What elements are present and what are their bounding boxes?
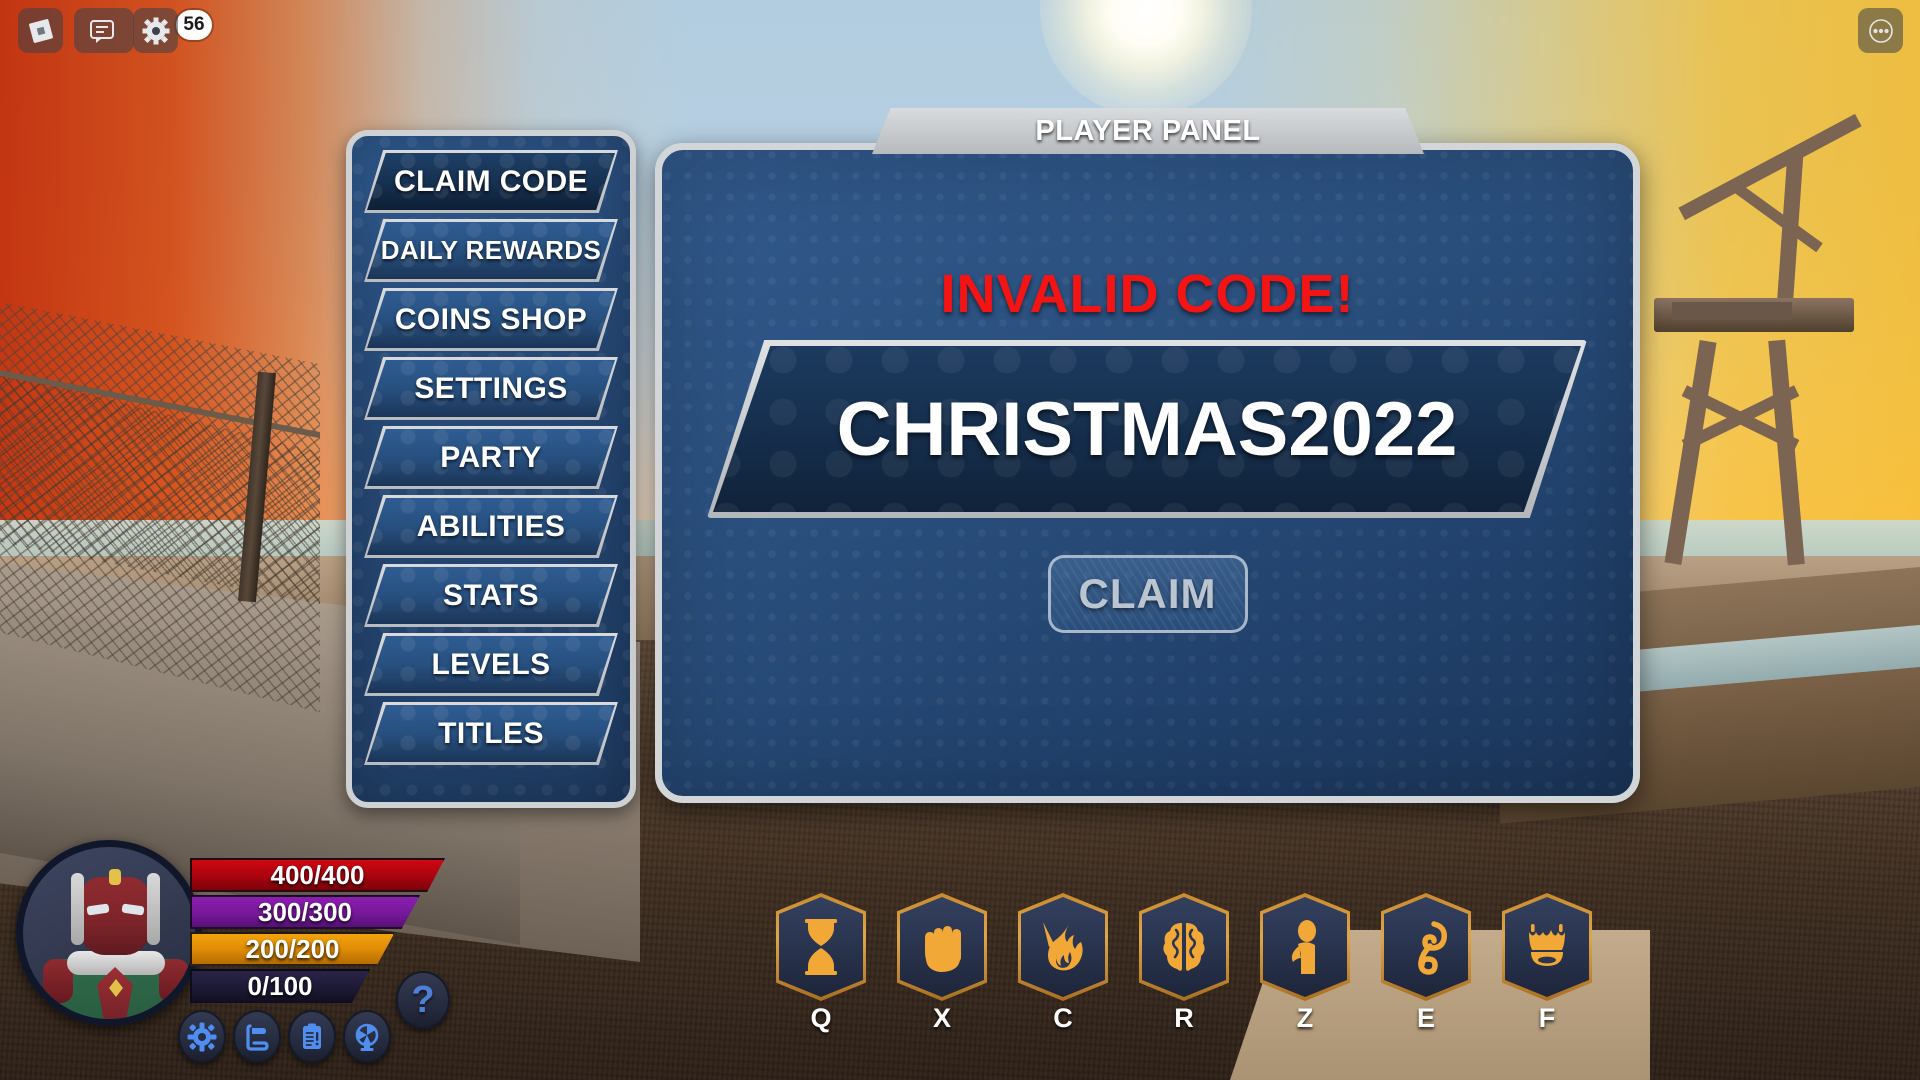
tasks-button[interactable] — [288, 1010, 336, 1063]
menu-item-label: STATS — [443, 578, 539, 612]
menu-item-settings[interactable]: SETTINGS — [364, 357, 618, 420]
ability-hotbar: QXCRZEF — [776, 893, 1592, 1033]
avatar[interactable] — [16, 840, 202, 1026]
ability-keybind: Q — [810, 1003, 832, 1033]
ability-slot-r[interactable]: R — [1139, 893, 1229, 1034]
ability-hex-frame — [1381, 893, 1471, 1001]
ability-slot-z[interactable]: Z — [1260, 893, 1350, 1034]
menu-item-label: ABILITIES — [416, 509, 566, 543]
health-bar-value: 400/400 — [270, 859, 365, 890]
ability-keybind: F — [1538, 1003, 1556, 1033]
ability-hex-frame — [1502, 893, 1592, 1001]
menu-item-label: PARTY — [440, 440, 542, 474]
chat-unread-badge: 56 — [176, 10, 212, 40]
stamina-bar-value: 200/200 — [245, 933, 340, 964]
ability-hex-frame — [897, 893, 987, 1001]
ability-hex-face — [1505, 897, 1589, 997]
menu-item-party[interactable]: PARTY — [364, 426, 618, 489]
ability-hex-frame — [1018, 893, 1108, 1001]
chat-icon[interactable]: 56 — [74, 8, 212, 53]
ability-slot-e[interactable]: E — [1381, 893, 1471, 1034]
brain-icon — [1163, 923, 1205, 972]
gear-icon — [187, 1022, 217, 1051]
ability-keybind: C — [1053, 1003, 1073, 1033]
settings-button[interactable] — [178, 1010, 226, 1063]
claim-button[interactable]: CLAIM — [1047, 555, 1248, 633]
ability-hex-frame — [776, 893, 866, 1001]
code-input[interactable]: CHRISTMAS2022 — [707, 340, 1587, 518]
menu-item-label: LEVELS — [431, 647, 551, 681]
ability-keybind: Z — [1296, 1003, 1314, 1033]
ability-keybind: R — [1174, 1003, 1194, 1033]
ability-hex-face — [900, 897, 984, 997]
quests-button[interactable] — [233, 1010, 281, 1063]
status-message: INVALID CODE! — [940, 264, 1355, 324]
ability-keybind: X — [932, 1003, 951, 1033]
xp-bar: 0/100 — [190, 969, 370, 1003]
clipboard-icon — [303, 1023, 321, 1049]
question-mark-icon: ? — [411, 978, 435, 1021]
ability-slot-c[interactable]: C — [1018, 893, 1108, 1034]
help-button[interactable]: ? — [396, 971, 450, 1029]
spin-wheel-icon — [355, 1023, 379, 1051]
menu-item-label: CLAIM CODE — [394, 164, 588, 198]
ability-slot-q[interactable]: Q — [776, 893, 866, 1034]
page-title: PLAYER PANEL — [1035, 114, 1261, 147]
ability-hex-face — [1142, 897, 1226, 997]
menu-item-abilities[interactable]: ABILITIES — [364, 495, 618, 558]
menu-item-daily-rewards[interactable]: DAILY REWARDS — [364, 219, 618, 282]
menu-item-claim-code[interactable]: CLAIM CODE — [364, 150, 618, 213]
menu-item-levels[interactable]: LEVELS — [364, 633, 618, 696]
crane-structure — [1630, 113, 1910, 570]
menu-item-label: DAILY REWARDS — [380, 235, 602, 265]
spin-button[interactable] — [343, 1010, 391, 1063]
menu-item-label: TITLES — [438, 716, 544, 750]
scroll-icon — [246, 1023, 269, 1051]
health-bar: 400/400 — [190, 858, 445, 892]
menu-item-label: SETTINGS — [414, 371, 568, 405]
flame-slash-icon — [1043, 922, 1083, 971]
ability-hex-face — [1021, 897, 1105, 997]
hourglass-icon — [805, 919, 837, 975]
menu-item-coins-shop[interactable]: COINS SHOP — [364, 288, 618, 351]
menu-item-label: COINS SHOP — [394, 302, 588, 336]
swirl-hook-icon — [1418, 921, 1448, 975]
menu-item-titles[interactable]: TITLES — [364, 702, 618, 765]
ability-hex-face — [779, 897, 863, 997]
menu-item-stats[interactable]: STATS — [364, 564, 618, 627]
side-menu: CLAIM CODE DAILY REWARDS COINS SHOP SETTING… — [346, 130, 636, 808]
ability-slot-f[interactable]: F — [1502, 893, 1592, 1034]
more-dots-icon[interactable] — [1858, 8, 1903, 53]
ability-hex-face — [1263, 897, 1347, 997]
mana-bar-value: 300/300 — [258, 896, 352, 927]
ability-slot-x[interactable]: X — [897, 893, 987, 1034]
player-panel-header: PLAYER PANEL — [872, 108, 1424, 154]
stamina-bar: 200/200 — [190, 932, 395, 966]
roblox-logo-icon[interactable] — [18, 8, 63, 53]
player-panel: INVALID CODE! CHRISTMAS2022 CLAIM — [655, 143, 1640, 803]
ability-hex-face — [1384, 897, 1468, 997]
game-screen: 56 CLAIM CODE DAILY REWARDS COINS SHOP S… — [0, 0, 1920, 1080]
mana-bar: 300/300 — [190, 895, 420, 929]
person-icon — [1291, 920, 1316, 974]
code-input-value: CHRISTMAS2022 — [836, 386, 1458, 472]
fire-crown-icon — [1529, 924, 1565, 966]
fist-icon — [925, 926, 961, 972]
xp-bar-value: 0/100 — [247, 970, 313, 1001]
ability-hex-frame — [1260, 893, 1350, 1001]
ability-keybind: E — [1416, 1003, 1435, 1033]
ability-hex-frame — [1139, 893, 1229, 1001]
gear-icon[interactable] — [133, 8, 178, 53]
